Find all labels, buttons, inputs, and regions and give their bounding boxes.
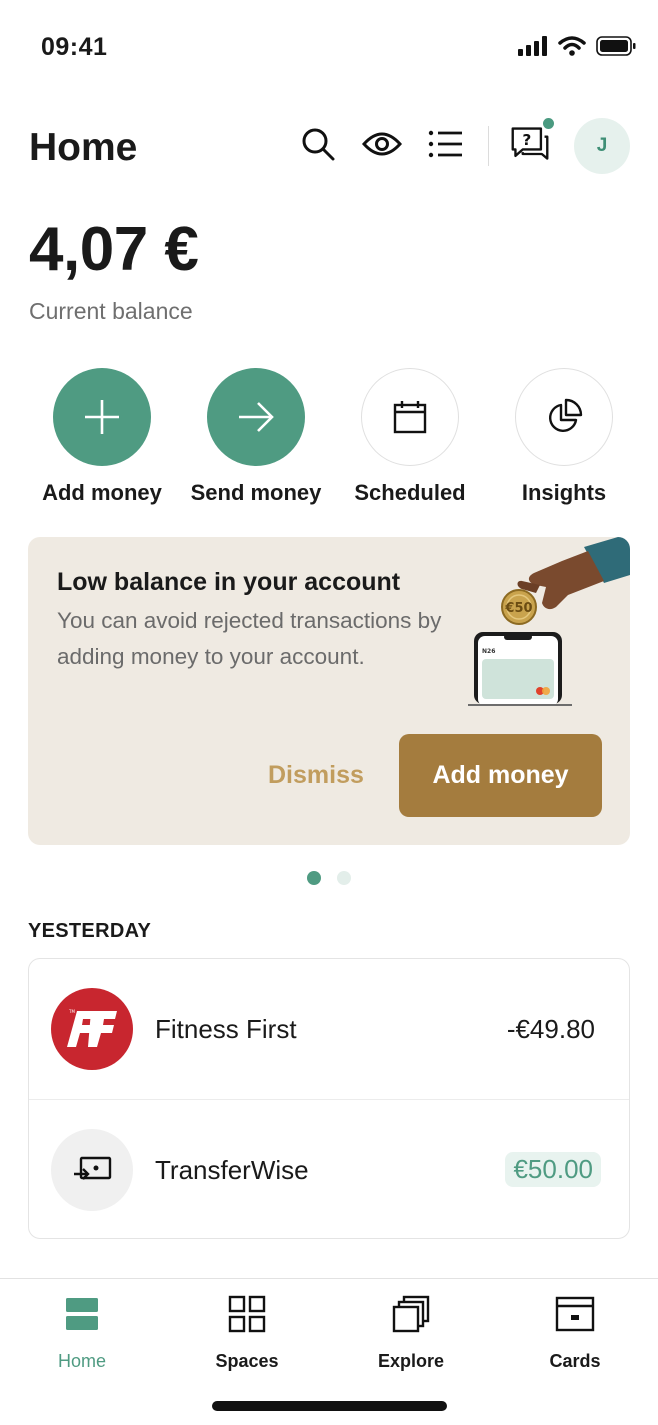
pie-chart-icon	[548, 398, 583, 433]
insights-button[interactable]	[515, 368, 613, 466]
svg-text:?: ?	[522, 131, 531, 149]
illustration-phone-brand: N26	[482, 648, 495, 655]
transfer-icon	[51, 1129, 133, 1211]
cards-icon	[515, 1293, 635, 1335]
status-icons	[518, 36, 636, 61]
search-icon[interactable]	[298, 124, 338, 164]
insights-label: Insights	[521, 480, 607, 505]
insights-action[interactable]: Insights	[489, 368, 639, 506]
send-money-action[interactable]: Send money	[181, 368, 331, 506]
explore-icon	[351, 1293, 471, 1335]
scheduled-label: Scheduled	[354, 480, 466, 505]
coin-into-phone-illustration: €50 N26	[468, 537, 630, 706]
list-icon[interactable]	[426, 124, 466, 164]
arrow-right-icon	[239, 402, 274, 432]
calendar-icon	[393, 401, 427, 434]
card-pager	[307, 871, 351, 885]
add-money-action[interactable]: Add money	[27, 368, 177, 506]
header: Home ?	[0, 110, 658, 182]
dismiss-button[interactable]: Dismiss	[268, 761, 364, 790]
home-indicator	[212, 1401, 447, 1411]
transaction-row[interactable]: TM Fitness First -€49.80	[29, 959, 629, 1099]
balance-amount: 4,07 €	[29, 215, 199, 284]
low-balance-card: Low balance in your account You can avoi…	[28, 537, 630, 845]
status-bar: 09:41	[0, 0, 658, 96]
send-money-button[interactable]	[207, 368, 305, 466]
tab-cards[interactable]: Cards	[515, 1293, 635, 1372]
balance-label: Current balance	[29, 298, 193, 324]
battery-icon	[596, 36, 636, 61]
illustration-coin-label: €50	[504, 601, 532, 616]
transaction-amount: -€49.80	[506, 1014, 595, 1044]
home-icon	[22, 1293, 142, 1335]
add-money-cta-button[interactable]: Add money	[399, 734, 602, 817]
header-divider	[488, 126, 489, 166]
avatar[interactable]: J	[574, 118, 630, 174]
section-header-yesterday: YESTERDAY	[28, 920, 152, 942]
tab-label: Home	[57, 1351, 106, 1371]
tab-label: Explore	[377, 1351, 445, 1371]
plus-icon	[85, 400, 119, 434]
eye-icon[interactable]	[362, 124, 402, 164]
promo-body: You can avoid rejected transactions by a…	[57, 608, 442, 669]
tab-label: Spaces	[215, 1351, 279, 1371]
scheduled-action[interactable]: Scheduled	[335, 368, 485, 506]
transaction-name: Fitness First	[155, 1014, 297, 1044]
transaction-list: TM Fitness First -€49.80 TransferWise €5…	[28, 958, 630, 1239]
notification-dot	[541, 116, 556, 131]
pager-dot-active[interactable]	[307, 871, 321, 885]
spaces-grid-icon	[187, 1293, 307, 1335]
transaction-row[interactable]: TransferWise €50.00	[29, 1099, 629, 1238]
tab-spaces[interactable]: Spaces	[187, 1293, 307, 1372]
promo-title: Low balance in your account	[57, 568, 401, 596]
status-time: 09:41	[41, 33, 108, 61]
wifi-icon	[558, 36, 586, 61]
scheduled-button[interactable]	[361, 368, 459, 466]
tab-label: Cards	[549, 1351, 601, 1371]
fitness-first-logo: TM	[51, 988, 133, 1070]
tab-explore[interactable]: Explore	[351, 1293, 471, 1372]
pager-dot[interactable]	[337, 871, 351, 885]
signal-icon	[518, 36, 548, 61]
transaction-name: TransferWise	[155, 1155, 309, 1185]
add-money-button[interactable]	[53, 368, 151, 466]
send-money-label: Send money	[190, 480, 322, 505]
page-title: Home	[29, 126, 138, 169]
svg-text:TM: TM	[68, 1009, 75, 1014]
add-money-label: Add money	[42, 480, 162, 505]
transaction-amount-positive: €50.00	[505, 1152, 601, 1187]
tab-home[interactable]: Home	[22, 1293, 142, 1372]
